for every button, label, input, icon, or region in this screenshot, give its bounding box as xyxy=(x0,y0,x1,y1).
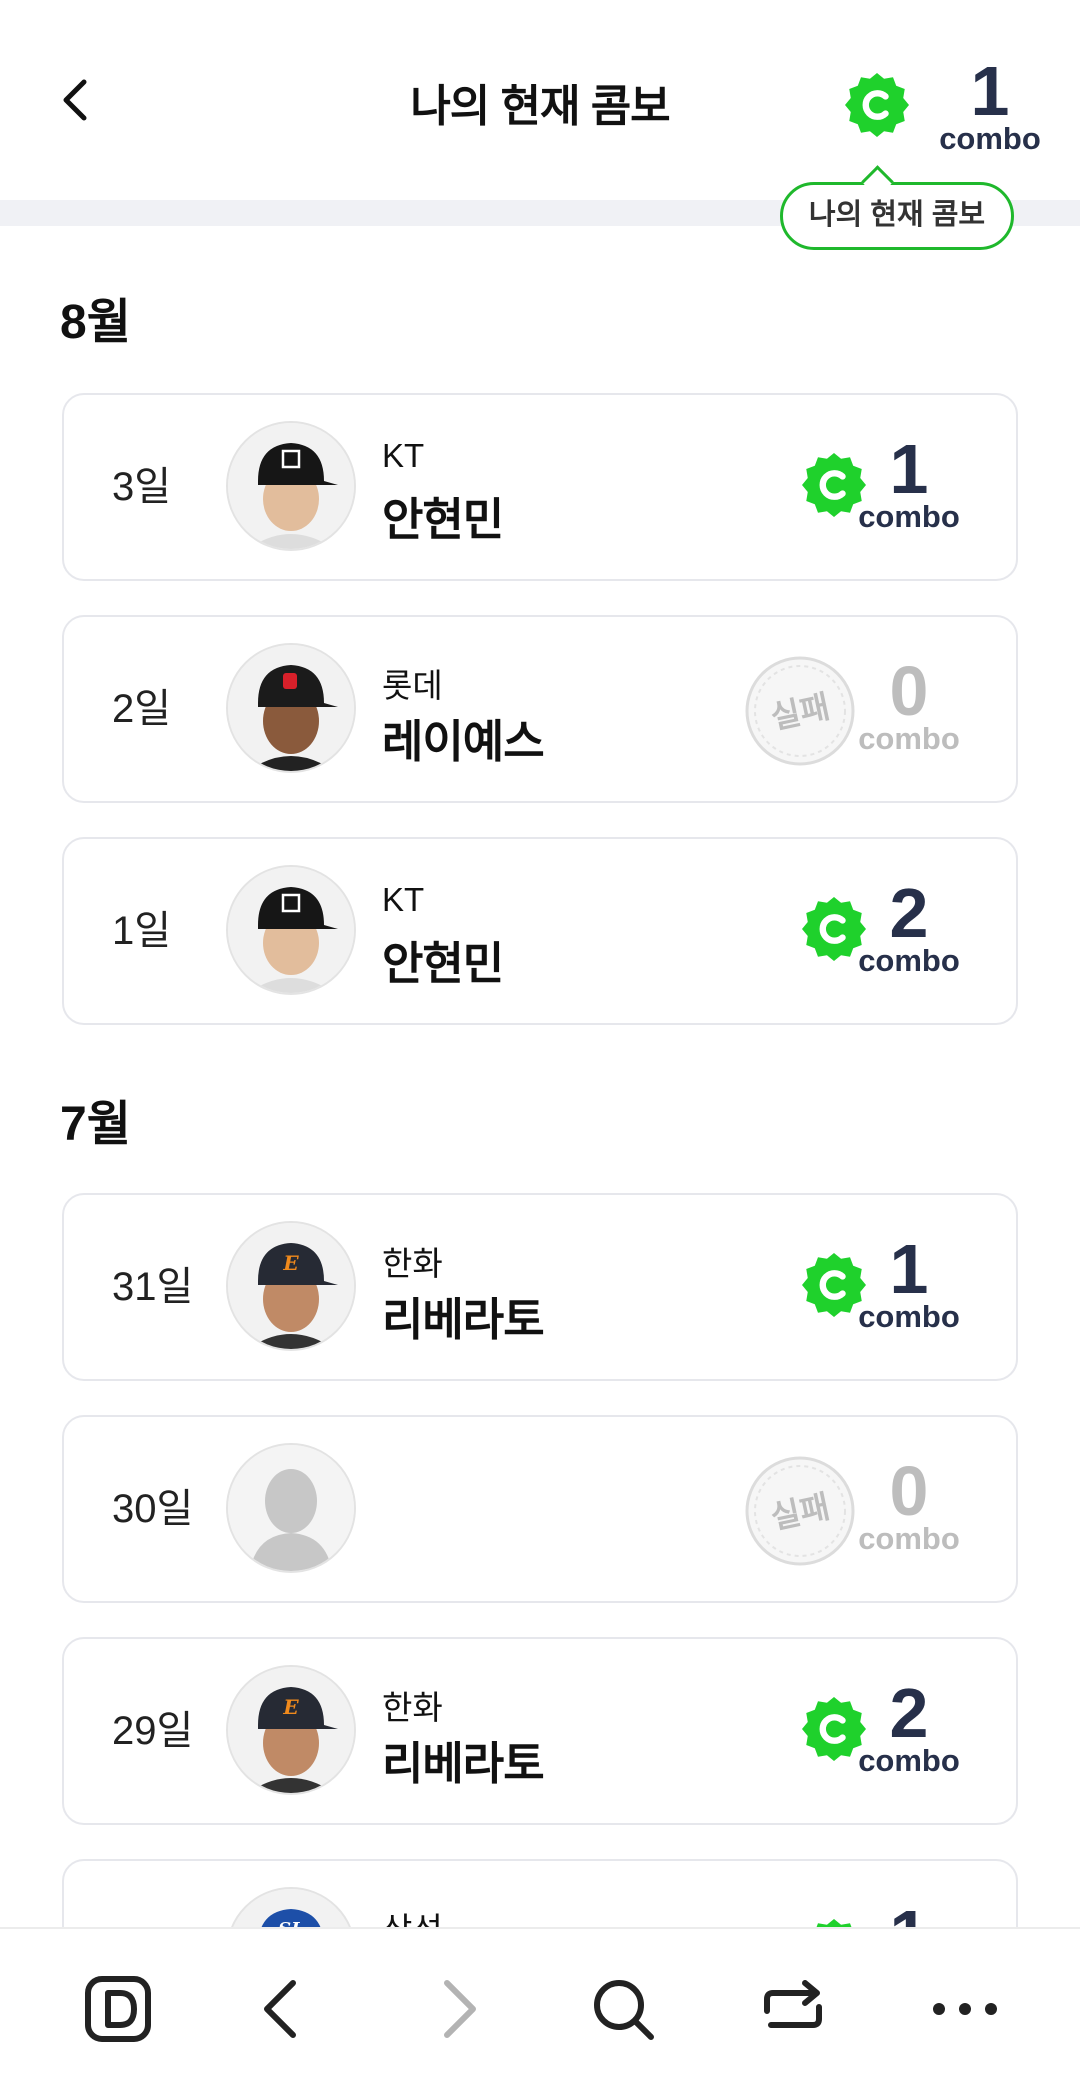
player-avatar xyxy=(226,643,356,773)
player-name: 안현민 xyxy=(382,938,504,989)
day-label: 29일 xyxy=(112,1709,194,1753)
day-label: 30일 xyxy=(112,1487,194,1531)
combo-badge-icon xyxy=(845,73,909,137)
current-combo-value: 1 xyxy=(970,52,1010,130)
combo-fail-icon: 실패 xyxy=(745,656,855,766)
current-combo-tooltip: 나의 현재 콤보 xyxy=(780,182,1014,250)
team-name: 롯데 xyxy=(382,667,443,704)
combo-count: 1 xyxy=(889,430,929,508)
player-name: 리베라토 xyxy=(382,1738,545,1789)
back-arrow-icon xyxy=(264,1980,296,2038)
current-combo: 1 combo xyxy=(845,52,1041,156)
combo-list-item[interactable]: 3일 KT 안현민 1 combo xyxy=(62,393,1018,581)
month-heading: 8월 xyxy=(60,296,131,349)
player-avatar: E xyxy=(226,1665,356,1795)
player-avatar-placeholder xyxy=(226,1443,356,1573)
back-nav-button[interactable] xyxy=(245,1969,325,2049)
current-combo-label: combo xyxy=(939,121,1041,156)
combo-list-item[interactable]: 31일 E 한화 리베라토 1 combo xyxy=(62,1193,1018,1381)
combo-count: 2 xyxy=(889,874,929,952)
search-icon xyxy=(594,1980,654,2040)
player-name: 레이예스 xyxy=(382,716,545,767)
player-name: 안현민 xyxy=(382,494,504,545)
combo-label: combo xyxy=(858,1299,960,1334)
team-name: KT xyxy=(382,881,425,918)
combo-list-item[interactable]: 29일 E 한화 리베라토 2 combo xyxy=(62,1637,1018,1825)
search-button[interactable] xyxy=(583,1969,663,2049)
team-name: 한화 xyxy=(382,1689,443,1726)
tabs-switch-button[interactable] xyxy=(753,1969,833,2049)
page-title: 나의 현재 콤보 xyxy=(410,82,670,131)
more-icon xyxy=(933,2003,997,2015)
day-label: 31일 xyxy=(112,1265,194,1309)
combo-label: combo xyxy=(858,499,960,534)
combo-label: combo xyxy=(858,1521,960,1556)
team-name: KT xyxy=(382,437,425,474)
combo-list-item[interactable]: 30일 실패 0 combo xyxy=(62,1415,1018,1603)
browser-toolbar xyxy=(0,1927,1080,2099)
svg-text:E: E xyxy=(282,1251,299,1275)
player-avatar xyxy=(226,421,356,551)
combo-fail-icon: 실패 xyxy=(745,1456,855,1566)
back-button[interactable] xyxy=(50,70,110,130)
swap-icon xyxy=(764,1980,822,2028)
combo-label: combo xyxy=(858,721,960,756)
player-name: 리베라토 xyxy=(382,1294,545,1345)
combo-count: 2 xyxy=(889,1674,929,1752)
team-name: 한화 xyxy=(382,1245,443,1282)
combo-list-item[interactable]: 1일 KT 안현민 2 combo xyxy=(62,837,1018,1025)
day-label: 2일 xyxy=(112,687,172,731)
svg-text:E: E xyxy=(282,1695,299,1719)
month-heading: 7월 xyxy=(60,1098,131,1151)
combo-label: combo xyxy=(858,1743,960,1778)
home-button[interactable] xyxy=(78,1969,158,2049)
forward-nav-button[interactable] xyxy=(415,1969,495,2049)
day-label: 3일 xyxy=(112,465,172,509)
day-label: 1일 xyxy=(112,909,172,953)
d-logo-icon xyxy=(85,1976,151,2042)
person-silhouette-icon xyxy=(228,1445,354,1571)
combo-count: 0 xyxy=(889,652,929,730)
combo-count: 1 xyxy=(889,1230,929,1308)
header: 나의 현재 콤보 1 combo xyxy=(0,0,1080,200)
more-button[interactable] xyxy=(925,1969,1005,2049)
player-avatar: E xyxy=(226,1221,356,1351)
chevron-left-icon xyxy=(63,79,87,121)
forward-arrow-icon xyxy=(444,1980,476,2038)
player-avatar xyxy=(226,865,356,995)
combo-label: combo xyxy=(858,943,960,978)
combo-count: 0 xyxy=(889,1452,929,1530)
combo-list-item[interactable]: 2일 롯데 레이예스 실패 0 combo xyxy=(62,615,1018,803)
